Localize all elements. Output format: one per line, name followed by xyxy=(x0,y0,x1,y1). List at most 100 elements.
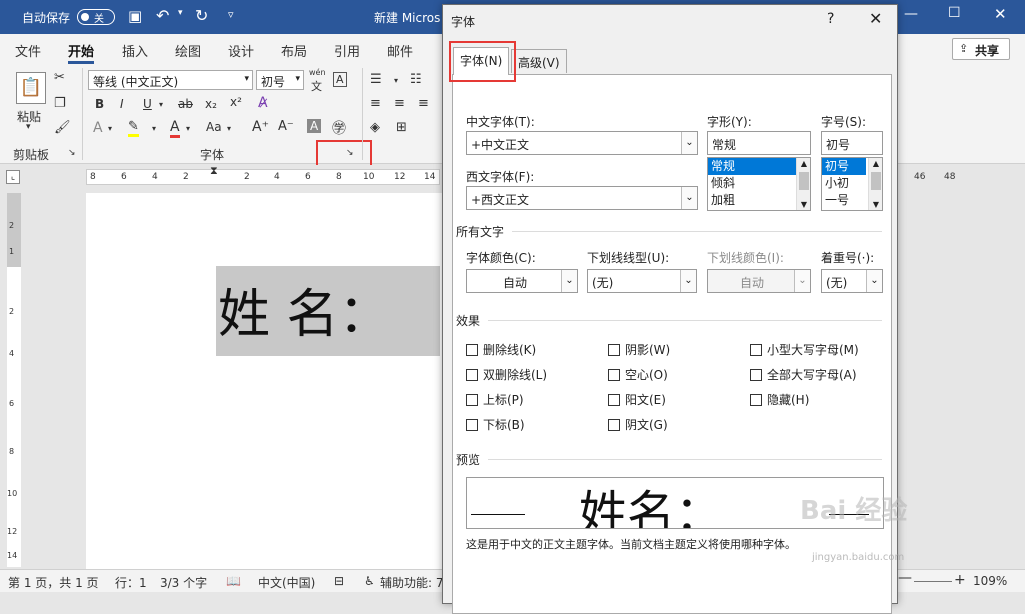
document-page[interactable] xyxy=(86,193,442,569)
macro-record-icon[interactable]: ⊟ xyxy=(334,574,344,588)
accessibility-icon[interactable]: ♿ xyxy=(364,574,375,588)
scroll-up-icon[interactable]: ▲ xyxy=(797,159,810,168)
align-right-icon[interactable]: ≡ xyxy=(418,96,429,111)
list-item[interactable]: 常规 xyxy=(708,158,810,175)
underline-dropdown-icon[interactable]: ▾ xyxy=(159,100,163,109)
zoom-in-icon[interactable]: + xyxy=(954,572,966,588)
shading-icon[interactable]: ◈ xyxy=(370,120,380,135)
tab-home[interactable]: 开始 xyxy=(68,41,95,64)
highlight-icon[interactable]: ✎ xyxy=(128,119,139,137)
character-shading-icon[interactable]: A xyxy=(307,119,322,133)
scroll-down-icon[interactable]: ▼ xyxy=(797,200,810,209)
dialog-close-button[interactable]: ✕ xyxy=(869,9,882,28)
clipboard-launcher-icon[interactable]: ↘ xyxy=(68,148,76,158)
font-color-icon[interactable]: A xyxy=(170,119,180,138)
undo-icon[interactable]: ↶ xyxy=(156,6,169,25)
tab-draw[interactable]: 绘图 xyxy=(175,41,201,60)
bullets-dropdown-icon[interactable]: ▾ xyxy=(394,76,398,85)
checkbox-engrave[interactable]: 阴文(G) xyxy=(608,416,668,433)
help-button[interactable]: ? xyxy=(827,11,834,27)
checkbox-box[interactable] xyxy=(608,344,620,356)
italic-button[interactable]: I xyxy=(120,97,124,111)
superscript-button[interactable]: x² xyxy=(230,95,242,109)
font-color-combo[interactable]: 自动 ⌄ xyxy=(466,269,578,293)
scroll-up-icon[interactable]: ▲ xyxy=(869,159,882,168)
page-count[interactable]: 第 1 页，共 1 页 xyxy=(8,574,99,591)
scrollbar[interactable]: ▲ ▼ xyxy=(868,158,882,210)
list-item[interactable]: 初号 xyxy=(822,158,866,175)
zoom-slider[interactable] xyxy=(914,581,952,582)
scroll-thumb[interactable] xyxy=(799,172,809,190)
checkbox-box[interactable] xyxy=(466,344,478,356)
vertical-ruler[interactable]: 2 1 2 4 6 8 10 12 14 xyxy=(0,189,28,569)
language[interactable]: 中文(中国) xyxy=(258,574,315,591)
tab-insert[interactable]: 插入 xyxy=(122,41,148,60)
checkbox-shadow[interactable]: 阴影(W) xyxy=(608,341,670,358)
text-effects-dropdown-icon[interactable]: ▾ xyxy=(108,124,112,133)
checkbox-box[interactable] xyxy=(466,369,478,381)
highlight-dropdown-icon[interactable]: ▾ xyxy=(152,124,156,133)
borders-icon[interactable]: ⊞ xyxy=(396,120,407,135)
autosave-toggle[interactable]: 关 xyxy=(77,9,115,25)
subscript-button[interactable]: x₂ xyxy=(205,97,217,111)
checkbox-superscript[interactable]: 上标(P) xyxy=(466,391,524,408)
zoom-out-icon[interactable]: — xyxy=(898,570,912,586)
checkbox-outline[interactable]: 空心(O) xyxy=(608,366,668,383)
undo-dropdown-icon[interactable]: ▾ xyxy=(178,8,183,18)
shrink-font-icon[interactable]: A⁻ xyxy=(278,119,294,134)
minimize-icon[interactable]: — xyxy=(904,6,918,22)
customize-qat-icon[interactable]: ▿ xyxy=(228,8,234,21)
redo-icon[interactable]: ↻ xyxy=(195,6,208,25)
checkbox-hidden[interactable]: 隐藏(H) xyxy=(750,391,809,408)
scroll-thumb[interactable] xyxy=(871,172,881,190)
checkbox-box[interactable] xyxy=(750,344,762,356)
size-input[interactable]: 初号 xyxy=(821,131,883,155)
underline-button[interactable]: U xyxy=(143,97,152,111)
scroll-down-icon[interactable]: ▼ xyxy=(869,200,882,209)
tab-file[interactable]: 文件 xyxy=(15,41,41,60)
enclose-characters-icon[interactable]: ㊫ xyxy=(332,118,346,138)
character-border-icon[interactable]: A xyxy=(333,72,347,87)
text-effects-icon[interactable]: A xyxy=(93,120,103,136)
west-font-combo[interactable]: +西文正文 ⌄ xyxy=(466,186,698,210)
tab-layout[interactable]: 布局 xyxy=(281,41,307,60)
list-item[interactable]: 加粗 xyxy=(708,192,810,209)
clear-formatting-icon[interactable]: A̷ xyxy=(258,95,268,111)
checkbox-box[interactable] xyxy=(750,369,762,381)
checkbox-small-caps[interactable]: 小型大写字母(M) xyxy=(750,341,859,358)
font-size-combo[interactable]: 初号 ▾ xyxy=(256,70,304,90)
zoom-level[interactable]: 109% xyxy=(973,574,1007,588)
paste-icon[interactable]: 📋 xyxy=(16,72,46,104)
format-painter-icon[interactable]: 🖌 xyxy=(54,120,71,135)
strikethrough-button[interactable]: ab xyxy=(178,97,193,111)
grow-font-icon[interactable]: A⁺ xyxy=(252,119,269,135)
bullets-icon[interactable]: ☰ xyxy=(370,72,382,87)
share-button[interactable]: ⇪ 共享 xyxy=(952,38,1010,60)
change-case-dropdown-icon[interactable]: ▾ xyxy=(227,124,231,133)
font-color-dropdown-icon[interactable]: ▾ xyxy=(186,124,190,133)
checkbox-box[interactable] xyxy=(608,369,620,381)
paste-dropdown-icon[interactable]: ▾ xyxy=(26,122,31,132)
copy-icon[interactable]: ❐ xyxy=(54,96,66,111)
font-name-combo[interactable]: 等线 (中文正文) ▾ xyxy=(88,70,253,90)
word-count[interactable]: 3/3 个字 xyxy=(160,574,207,591)
bold-button[interactable]: B xyxy=(95,97,104,111)
window-close-icon[interactable]: ✕ xyxy=(994,5,1007,23)
emphasis-combo[interactable]: (无) ⌄ xyxy=(821,269,883,293)
checkbox-emboss[interactable]: 阳文(E) xyxy=(608,391,666,408)
accessibility-status[interactable]: 辅助功能: 7 xyxy=(380,574,444,591)
change-case-button[interactable]: Aa xyxy=(206,120,222,134)
cut-icon[interactable]: ✂ xyxy=(54,70,65,85)
align-left-icon[interactable]: ≡ xyxy=(370,96,381,111)
checkbox-strikethrough[interactable]: 删除线(K) xyxy=(466,341,536,358)
tab-advanced[interactable]: 高级(V) xyxy=(511,49,567,73)
tab-references[interactable]: 引用 xyxy=(334,41,360,60)
checkbox-all-caps[interactable]: 全部大写字母(A) xyxy=(750,366,857,383)
cn-font-combo[interactable]: +中文正文 ⌄ xyxy=(466,131,698,155)
style-input[interactable]: 常规 xyxy=(707,131,811,155)
underline-type-combo[interactable]: (无) ⌄ xyxy=(587,269,697,293)
scrollbar[interactable]: ▲ ▼ xyxy=(796,158,810,210)
phonetic-guide-icon[interactable]: 文 xyxy=(311,78,322,94)
checkbox-box[interactable] xyxy=(466,419,478,431)
document-text[interactable]: 姓 名： xyxy=(218,272,391,347)
